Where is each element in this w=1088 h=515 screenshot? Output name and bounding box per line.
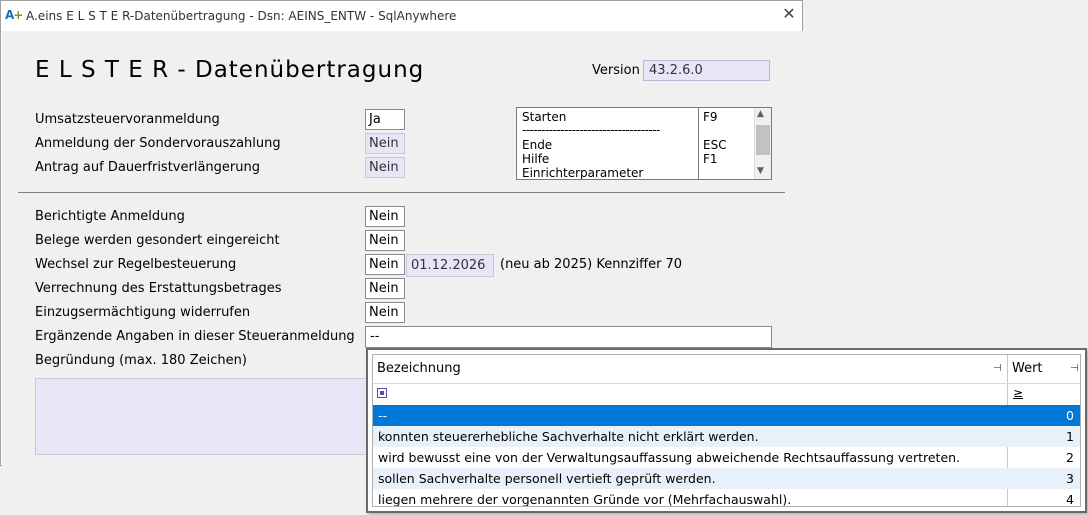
umsatzsteuervoranmeldung-field[interactable]: Ja — [365, 109, 405, 130]
shortcut-name[interactable]: Ende — [522, 138, 552, 152]
field-label-begruendung: Begründung (max. 180 Zeichen) — [35, 353, 247, 368]
shortcut-name[interactable]: Hilfe — [522, 152, 549, 166]
field-label-einzugsermaechtigung: Einzugsermächtigung widerrufen — [35, 305, 251, 320]
ergaenzende-angaben-combo[interactable]: -- — [365, 326, 772, 348]
filter-operator[interactable]: ≥ — [1013, 386, 1023, 400]
filter-checkbox-icon[interactable] — [377, 388, 387, 398]
sondervorauszahlung-field: Nein — [365, 133, 405, 154]
list-item-text: konnten steuererhebliche Sachverhalte ni… — [378, 429, 759, 444]
title-bar: A+ A.eins E L S T E R-Datenübertragung -… — [1, 1, 802, 31]
window-title: A.eins E L S T E R-Datenübertragung - Ds… — [26, 9, 457, 23]
list-item-text: sollen Sachverhalte personell vertieft g… — [378, 471, 716, 486]
close-icon[interactable]: ✕ — [780, 5, 798, 23]
regelbesteuerung-date-field: 01.12.2026 — [406, 254, 494, 277]
field-label-umsatzsteuervoranmeldung: Umsatzsteuervoranmeldung — [35, 112, 220, 127]
scroll-down-icon[interactable]: ▼ — [757, 166, 764, 176]
field-label-sondervorauszahlung: Anmeldung der Sondervorauszahlung — [35, 136, 281, 151]
dropdown-grid: Bezeichnung ⊣ Wert ⊣ ≥ -- 0 konnten steu… — [372, 354, 1081, 507]
list-item[interactable]: wird bewusst eine von der Verwaltungsauf… — [373, 447, 1080, 468]
shortcut-key: F1 — [703, 152, 718, 166]
dauerfristverlaengerung-field: Nein — [365, 157, 405, 178]
list-item-value: 2 — [1066, 450, 1074, 465]
column-header-wert[interactable]: Wert — [1012, 355, 1043, 383]
field-label-dauerfristverlaengerung: Antrag auf Dauerfristverlängerung — [35, 160, 260, 175]
shortcut-key: F9 — [703, 110, 718, 124]
list-item-value: 1 — [1066, 429, 1074, 444]
berichtigte-anmeldung-field[interactable]: Nein — [365, 206, 405, 227]
list-item-text: liegen mehrere der vorgenannten Gründe v… — [378, 492, 792, 507]
list-item-text: -- — [378, 408, 388, 423]
shortcut-list[interactable]: Starten F9 -----------------------------… — [516, 107, 772, 180]
column-header-bezeichnung[interactable]: Bezeichnung — [377, 355, 461, 383]
column-divider — [698, 108, 699, 179]
app-logo-icon: A+ — [5, 8, 23, 22]
list-item[interactable]: sollen Sachverhalte personell vertieft g… — [373, 468, 1080, 489]
erstattung-field[interactable]: Nein — [365, 278, 405, 299]
field-label-berichtigte-anmeldung: Berichtigte Anmeldung — [35, 209, 185, 224]
shortcut-name[interactable]: Einrichterparameter — [522, 166, 643, 179]
field-label-belege: Belege werden gesondert eingereicht — [35, 233, 280, 248]
page-title: E L S T E R - Datenübertragung — [35, 57, 425, 83]
begruendung-textarea[interactable] — [35, 378, 375, 455]
list-item-value: 4 — [1066, 492, 1074, 507]
list-item[interactable]: konnten steuererhebliche Sachverhalte ni… — [373, 426, 1080, 447]
einzugsermaechtigung-field[interactable]: Nein — [365, 302, 405, 323]
dropdown-popup[interactable]: Bezeichnung ⊣ Wert ⊣ ≥ -- 0 konnten steu… — [366, 348, 1087, 513]
pin-icon[interactable]: ⊣ — [1070, 355, 1079, 383]
pin-icon[interactable]: ⊣ — [993, 355, 1002, 383]
list-item-value: 3 — [1066, 471, 1074, 486]
scroll-up-icon[interactable]: ▲ — [757, 109, 764, 119]
list-item-text: wird bewusst eine von der Verwaltungsauf… — [378, 450, 961, 465]
regelbesteuerung-field[interactable]: Nein — [365, 254, 405, 275]
list-item[interactable]: -- 0 — [373, 405, 1080, 426]
belege-field[interactable]: Nein — [365, 230, 405, 251]
kennziffer-note: (neu ab 2025) Kennziffer 70 — [500, 257, 683, 272]
list-item[interactable]: liegen mehrere der vorgenannten Gründe v… — [373, 489, 1080, 507]
field-label-regelbesteuerung: Wechsel zur Regelbesteuerung — [35, 257, 237, 272]
divider — [18, 192, 785, 193]
shortcut-key: ESC — [703, 138, 727, 152]
shortcut-separator: ------------------------------------ — [522, 123, 660, 137]
list-item-value: 0 — [1066, 408, 1074, 423]
shortcut-name[interactable]: Starten — [522, 110, 566, 124]
version-field: 43.2.6.0 — [643, 60, 770, 81]
field-label-erstattung: Verrechnung des Erstattungsbetrages — [35, 281, 282, 296]
field-label-ergaenzende-angaben: Ergänzende Angaben in dieser Steueranmel… — [35, 329, 355, 344]
scrollbar-thumb[interactable] — [756, 125, 770, 155]
version-label: Version — [592, 63, 640, 78]
filter-row: ≥ — [373, 383, 1080, 406]
